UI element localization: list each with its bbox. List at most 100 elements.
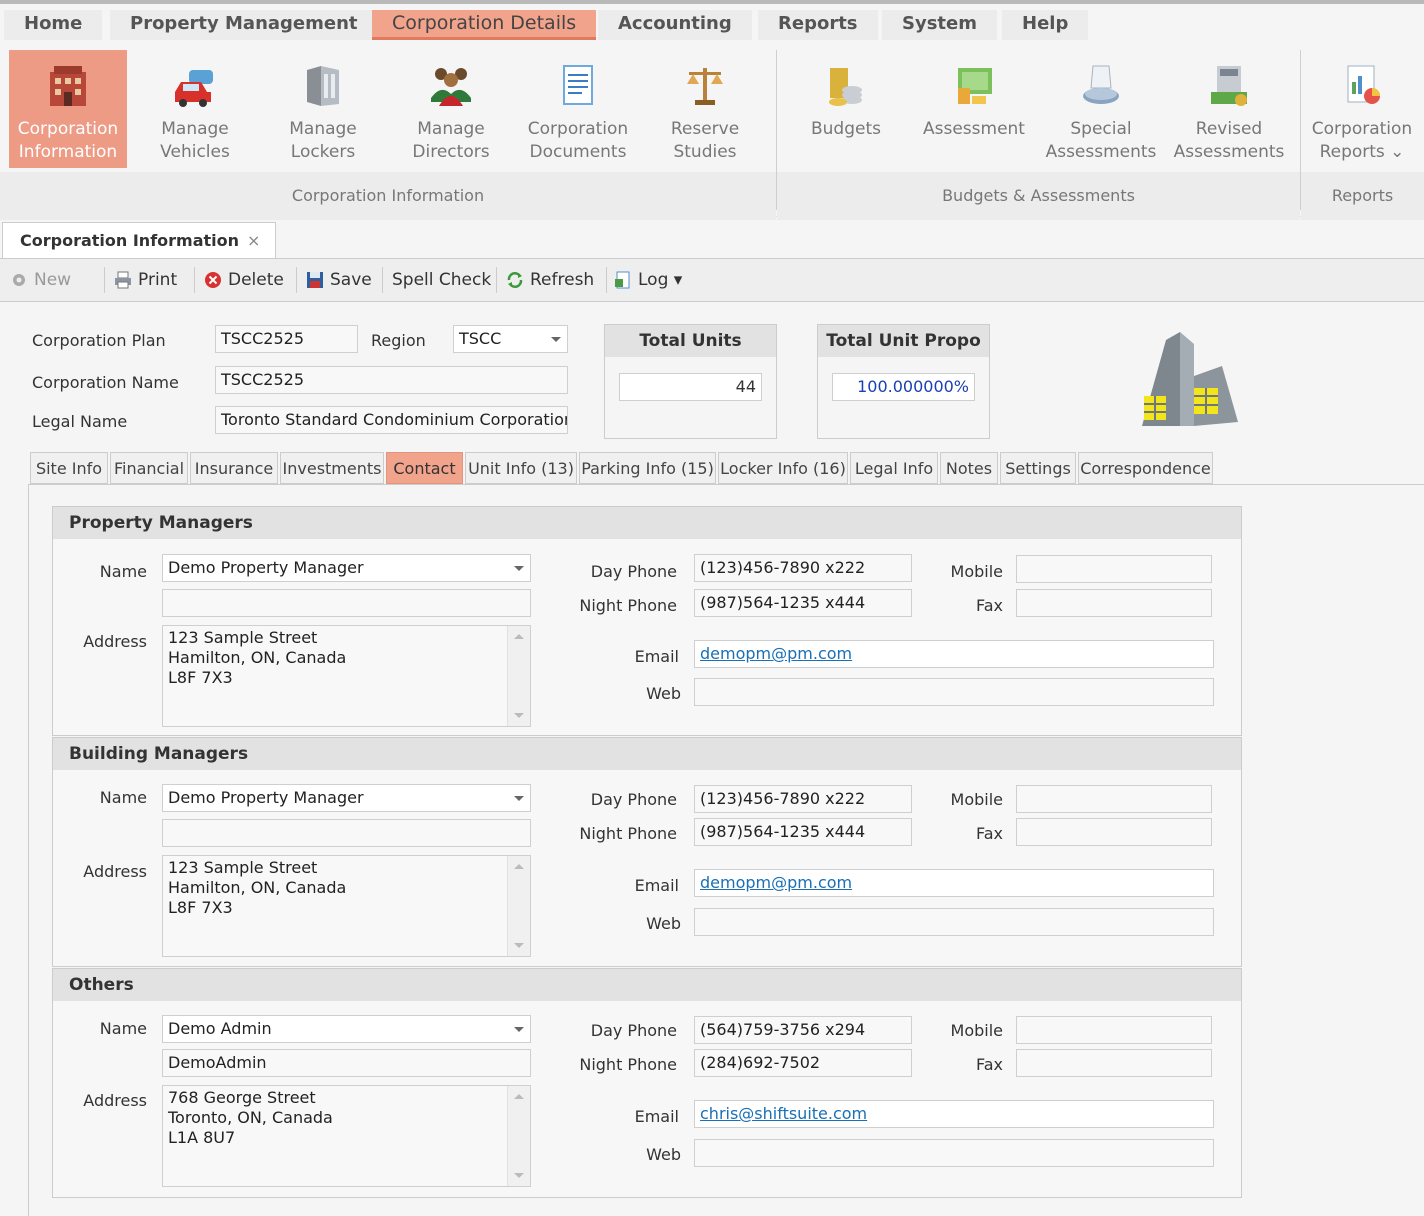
address-scrollbar[interactable] xyxy=(507,626,530,726)
corporation-plan-field[interactable]: TSCC2525 xyxy=(215,325,358,353)
scroll-down-icon[interactable] xyxy=(514,713,524,718)
address-textarea[interactable]: 123 Sample Street Hamilton, ON, Canada L… xyxy=(162,855,531,957)
ribbon-corporation-documents-button[interactable]: Corporation Documents xyxy=(519,50,637,168)
contact-secondary-field[interactable]: DemoAdmin xyxy=(162,1049,531,1077)
ribbon-assessment-button[interactable]: Assessment xyxy=(915,50,1033,168)
address-scrollbar[interactable] xyxy=(507,1086,530,1186)
night-phone-field[interactable]: (987)564-1235 x444 xyxy=(694,589,912,617)
ribbon-budgets-button[interactable]: Budgets xyxy=(787,50,905,168)
print-button[interactable]: Print xyxy=(114,267,177,293)
email-field[interactable]: demopm@pm.com xyxy=(694,869,1214,897)
tab-unit-info[interactable]: Unit Info (13) xyxy=(465,452,577,484)
scroll-down-icon[interactable] xyxy=(514,943,524,948)
tab-settings[interactable]: Settings xyxy=(1000,452,1076,484)
day-phone-field[interactable]: (123)456-7890 x222 xyxy=(694,554,912,582)
corporation-name-field[interactable]: TSCC2525 xyxy=(215,366,568,394)
tab-contact[interactable]: Contact xyxy=(386,452,463,484)
menu-reports[interactable]: Reports xyxy=(758,10,878,40)
menu-home[interactable]: Home xyxy=(4,10,103,40)
night-phone-label: Night Phone xyxy=(579,824,677,843)
tab-insurance[interactable]: Insurance xyxy=(190,452,278,484)
scroll-up-icon[interactable] xyxy=(514,1094,524,1099)
legal-name-field[interactable]: Toronto Standard Condominium Corporation… xyxy=(215,406,568,434)
scroll-down-icon[interactable] xyxy=(514,1173,524,1178)
total-units-label: Total Units xyxy=(605,325,776,357)
email-label: Email xyxy=(634,647,679,666)
day-phone-field[interactable]: (564)759-3756 x294 xyxy=(694,1016,912,1044)
ribbon-revised-assessments-button[interactable]: Revised Assessments xyxy=(1170,50,1288,168)
tab-page-border xyxy=(28,484,29,1216)
mobile-field[interactable] xyxy=(1016,555,1212,583)
fax-field[interactable] xyxy=(1016,1049,1212,1077)
menu-system[interactable]: System xyxy=(882,10,997,40)
web-field[interactable] xyxy=(694,678,1214,706)
tab-financial[interactable]: Financial xyxy=(110,452,188,484)
mobile-field[interactable] xyxy=(1016,785,1212,813)
manager-name-select[interactable]: Demo Property Manager xyxy=(162,554,531,582)
region-select[interactable]: TSCC xyxy=(453,325,568,353)
scroll-up-icon[interactable] xyxy=(514,864,524,869)
night-phone-field[interactable]: (284)692-7502 xyxy=(694,1049,912,1077)
tab-correspondence[interactable]: Correspondence xyxy=(1078,452,1213,484)
manager-secondary-field[interactable] xyxy=(162,589,531,617)
region-value: TSCC xyxy=(459,329,502,348)
day-phone-field[interactable]: (123)456-7890 x222 xyxy=(694,785,912,813)
email-link[interactable]: chris@shiftsuite.com xyxy=(700,1104,867,1123)
email-link[interactable]: demopm@pm.com xyxy=(700,873,852,892)
new-button[interactable]: New xyxy=(10,267,71,293)
email-field[interactable]: demopm@pm.com xyxy=(694,640,1214,668)
tab-investments[interactable]: Investments xyxy=(280,452,384,484)
delete-button[interactable]: Delete xyxy=(204,267,284,293)
tab-parking-info[interactable]: Parking Info (15) xyxy=(579,452,716,484)
spell-check-button[interactable]: Spell Check xyxy=(392,267,491,293)
ribbon-corporation-reports-button[interactable]: Corporation Reports ⌄ xyxy=(1303,50,1421,168)
email-field[interactable]: chris@shiftsuite.com xyxy=(694,1100,1214,1128)
fax-label: Fax xyxy=(975,1055,1003,1074)
fax-field[interactable] xyxy=(1016,818,1212,846)
document-tab-corporation-information[interactable]: Corporation Information × xyxy=(2,222,276,259)
menu-accounting[interactable]: Accounting xyxy=(598,10,752,40)
ribbon-special-assessments-button[interactable]: Special Assessments xyxy=(1042,50,1160,168)
address-textarea[interactable]: 123 Sample Street Hamilton, ON, Canada L… xyxy=(162,625,531,727)
menu-corporation-details[interactable]: Corporation Details xyxy=(372,10,597,40)
email-link[interactable]: demopm@pm.com xyxy=(700,644,852,663)
web-field[interactable] xyxy=(694,1139,1214,1167)
mobile-field[interactable] xyxy=(1016,1016,1212,1044)
ribbon-manage-lockers-button[interactable]: Manage Lockers xyxy=(264,50,382,168)
tab-legal-info[interactable]: Legal Info xyxy=(850,452,938,484)
main-menu-bar: Home Property Management Corporation Det… xyxy=(0,4,1424,44)
refresh-button[interactable]: Refresh xyxy=(506,267,594,293)
ribbon-manage-directors-button[interactable]: Manage Directors xyxy=(392,50,510,168)
tab-site-info[interactable]: Site Info xyxy=(30,452,108,484)
address-scrollbar[interactable] xyxy=(507,856,530,956)
menu-help[interactable]: Help xyxy=(1002,10,1089,40)
address-label: Address xyxy=(83,862,147,881)
scroll-up-icon[interactable] xyxy=(514,634,524,639)
web-field[interactable] xyxy=(694,908,1214,936)
web-label: Web xyxy=(646,684,681,703)
contact-name-select[interactable]: Demo Admin xyxy=(162,1015,531,1043)
address-line: Toronto, ON, Canada xyxy=(168,1108,333,1127)
log-dropdown-button[interactable]: Log ▾ xyxy=(614,267,682,293)
legal-name-label: Legal Name xyxy=(32,412,128,431)
manager-secondary-field[interactable] xyxy=(162,819,531,847)
corporation-name-label: Corporation Name xyxy=(32,373,179,392)
chevron-down-icon[interactable] xyxy=(514,796,524,801)
chevron-down-icon[interactable] xyxy=(514,566,524,571)
close-icon[interactable]: × xyxy=(247,223,260,259)
night-phone-field[interactable]: (987)564-1235 x444 xyxy=(694,818,912,846)
address-textarea[interactable]: 768 George Street Toronto, ON, Canada L1… xyxy=(162,1085,531,1187)
ribbon-label: Assessments xyxy=(1173,142,1285,162)
tab-locker-info[interactable]: Locker Info (16) xyxy=(718,452,848,484)
ribbon-manage-vehicles-button[interactable]: Manage Vehicles xyxy=(136,50,254,168)
ribbon-corporation-information-button[interactable]: Corporation Information xyxy=(9,50,127,168)
manager-name-select[interactable]: Demo Property Manager xyxy=(162,784,531,812)
fax-field[interactable] xyxy=(1016,589,1212,617)
total-unit-proportion-box: Total Unit Propo 100.000000% xyxy=(817,324,990,439)
ribbon-reserve-studies-button[interactable]: Reserve Studies xyxy=(646,50,764,168)
save-button[interactable]: Save xyxy=(306,267,372,293)
chevron-down-icon[interactable] xyxy=(551,337,561,342)
chevron-down-icon[interactable] xyxy=(514,1027,524,1032)
menu-property-management[interactable]: Property Management xyxy=(110,10,378,40)
tab-notes[interactable]: Notes xyxy=(940,452,998,484)
